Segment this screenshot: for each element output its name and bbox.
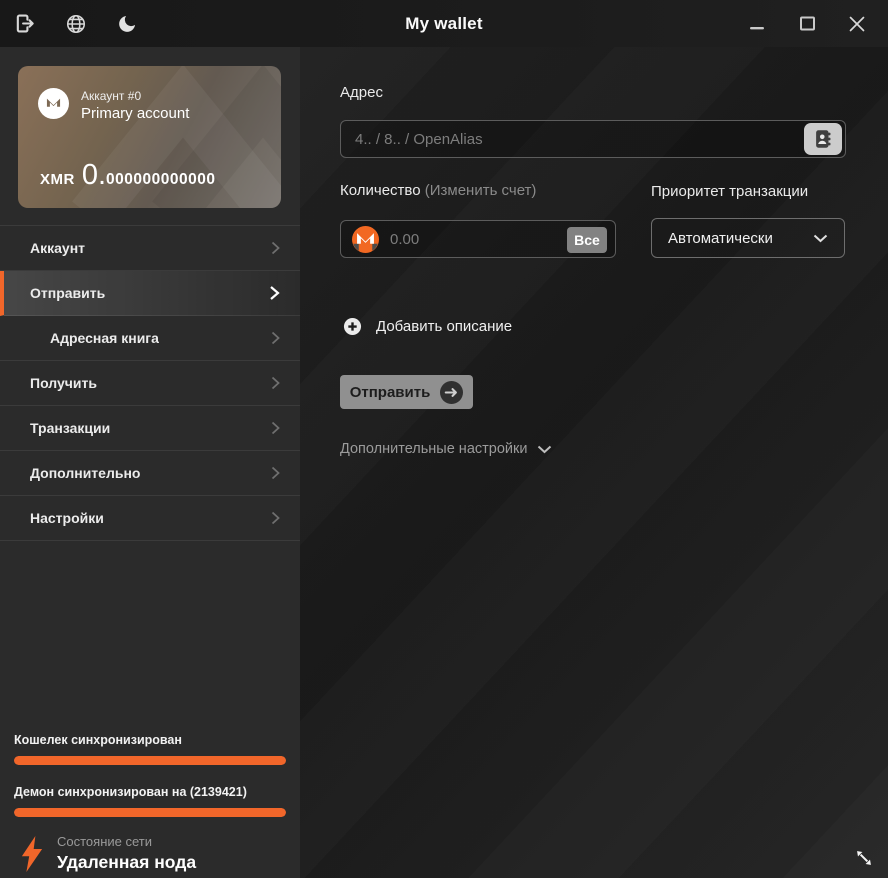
close-icon <box>849 16 865 31</box>
send-all-button[interactable]: Все <box>567 227 607 253</box>
balance-whole: 0. <box>81 159 107 191</box>
sidebar-item-label: Транзакции <box>30 420 111 436</box>
send-button[interactable]: Отправить <box>340 375 473 409</box>
address-label: Адрес <box>340 84 383 101</box>
sidebar-item-label: Адресная книга <box>50 330 159 346</box>
chevron-right-icon <box>271 241 280 255</box>
amount-input-wrap: Все <box>340 220 616 258</box>
priority-label: Приоритет транзакции <box>651 183 809 200</box>
account-name: Primary account <box>81 105 190 122</box>
sidebar: Аккаунт #0 Primary account XMR 0. 000000… <box>0 47 300 878</box>
network-status: Состояние сети Удаленная нода <box>14 834 286 873</box>
arrow-right-circle-icon <box>440 380 464 404</box>
balance-decimals: 000000000000 <box>106 171 216 188</box>
maximize-icon <box>799 16 815 31</box>
wallet-sync-progress-fill <box>14 756 286 765</box>
theme-toggle-button[interactable] <box>115 12 139 36</box>
wallet-sync-progressbar <box>14 756 286 765</box>
sync-status-panel: Кошелек синхронизирован Демон синхронизи… <box>14 733 286 873</box>
daemon-sync-label: Демон синхронизирован на (2139421) <box>14 785 247 799</box>
monero-wallet-window: My wallet Аккаунт #0 Primary account XMR… <box>0 0 888 878</box>
wallet-sync-label: Кошелек синхронизирован <box>14 733 182 747</box>
chevron-down-icon <box>538 445 552 453</box>
chevron-right-icon <box>269 285 280 301</box>
account-card: Аккаунт #0 Primary account XMR 0. 000000… <box>18 66 281 208</box>
amount-label: Количество <box>340 182 421 199</box>
language-button[interactable] <box>64 12 88 36</box>
lightning-icon <box>21 835 43 872</box>
titlebar: My wallet <box>0 0 888 47</box>
sidebar-item-receive[interactable]: Получить <box>0 361 300 406</box>
sidebar-nav: Аккаунт Отправить Адресная книга Получит… <box>0 225 300 541</box>
balance-currency: XMR <box>40 171 75 188</box>
priority-value: Автоматически <box>668 229 773 247</box>
chevron-right-icon <box>271 511 280 525</box>
close-button[interactable] <box>836 7 878 41</box>
network-caption: Состояние сети <box>57 834 152 849</box>
sidebar-item-account[interactable]: Аккаунт <box>0 226 300 271</box>
sidebar-item-transactions[interactable]: Транзакции <box>0 406 300 451</box>
chevron-right-icon <box>271 331 280 345</box>
add-description-label: Добавить описание <box>376 318 513 335</box>
minimize-button[interactable] <box>736 7 778 41</box>
maximize-button[interactable] <box>786 7 828 41</box>
window-title: My wallet <box>405 13 483 33</box>
moon-icon <box>118 15 135 32</box>
sidebar-item-address-book[interactable]: Адресная книга <box>0 316 300 361</box>
daemon-sync-progress-fill <box>14 808 286 817</box>
sidebar-item-label: Дополнительно <box>30 465 141 481</box>
chevron-right-icon <box>271 421 280 435</box>
chevron-down-icon <box>813 234 828 243</box>
address-input[interactable] <box>341 121 845 157</box>
sidebar-item-send[interactable]: Отправить <box>0 271 300 316</box>
sidebar-item-label: Настройки <box>30 510 104 526</box>
plus-circle-icon <box>343 317 362 336</box>
change-account-link[interactable]: (Изменить счет) <box>425 182 537 199</box>
chevron-right-icon <box>271 376 280 390</box>
sidebar-item-settings[interactable]: Настройки <box>0 496 300 541</box>
logout-icon <box>16 14 34 33</box>
daemon-sync-progressbar <box>14 808 286 817</box>
sidebar-item-label: Аккаунт <box>30 240 86 256</box>
address-book-button[interactable] <box>804 123 842 155</box>
address-book-icon <box>816 130 831 148</box>
monero-logo-icon <box>38 88 69 119</box>
send-button-label: Отправить <box>349 383 431 401</box>
sidebar-item-advanced[interactable]: Дополнительно <box>0 451 300 496</box>
sidebar-item-label: Отправить <box>30 285 106 301</box>
priority-dropdown[interactable]: Автоматически <box>651 218 845 258</box>
logout-button[interactable] <box>13 12 37 36</box>
sidebar-item-label: Получить <box>30 375 97 391</box>
amount-label-row: Количество (Изменить счет) <box>340 182 536 199</box>
address-input-wrap <box>340 120 846 158</box>
advanced-options-label: Дополнительные настройки <box>340 441 528 457</box>
send-page: Адрес Количество (Изменить счет) <box>300 47 888 878</box>
advanced-options-toggle[interactable]: Дополнительные настройки <box>340 441 552 457</box>
minimize-icon <box>750 26 764 29</box>
balance: XMR 0. 000000000000 <box>40 159 215 192</box>
add-description-button[interactable]: Добавить описание <box>343 317 512 336</box>
chevron-right-icon <box>271 466 280 480</box>
network-status-value: Удаленная нода <box>57 852 197 872</box>
globe-icon <box>66 14 86 33</box>
account-index-label: Аккаунт #0 <box>81 89 142 103</box>
